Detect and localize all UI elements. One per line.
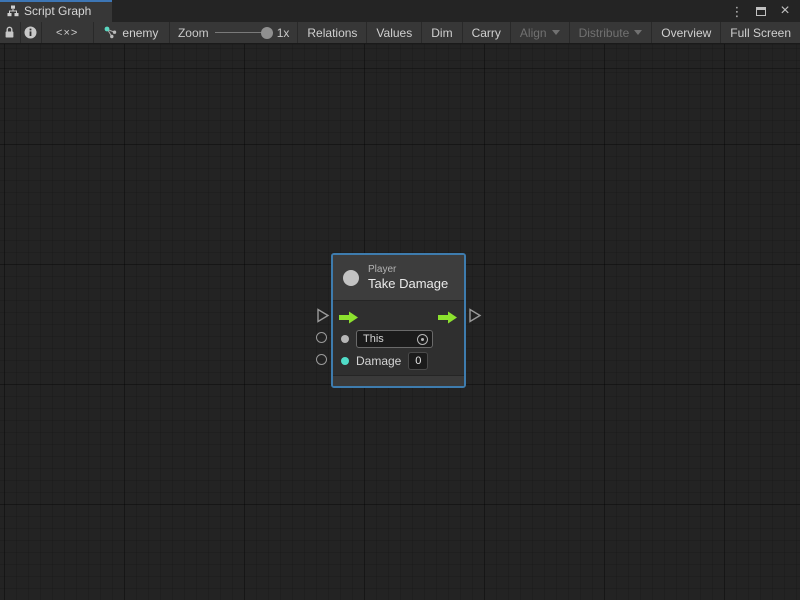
- zoom-slider[interactable]: [215, 26, 271, 40]
- damage-value-field[interactable]: 0: [408, 352, 428, 370]
- node-take-damage[interactable]: Player Take Damage This: [331, 253, 466, 388]
- distribute-dropdown[interactable]: Distribute: [570, 22, 653, 43]
- close-icon[interactable]: ×: [778, 4, 792, 18]
- relations-button[interactable]: Relations: [298, 22, 367, 43]
- overview-button[interactable]: Overview: [652, 22, 721, 43]
- node-subtitle: Player: [368, 264, 448, 276]
- lock-button[interactable]: [0, 22, 21, 43]
- flow-input-port[interactable]: [339, 311, 359, 324]
- align-dropdown[interactable]: Align: [511, 22, 570, 43]
- zoom-label: Zoom: [178, 26, 209, 40]
- dropdown-arrow-icon: [634, 30, 642, 35]
- object-picker-icon[interactable]: [417, 334, 428, 345]
- info-icon: [24, 26, 37, 39]
- damage-port-label: Damage: [356, 354, 401, 368]
- flow-output-port[interactable]: [438, 311, 458, 324]
- graph-canvas[interactable]: Player Take Damage This: [0, 44, 800, 600]
- lock-icon: [4, 26, 15, 39]
- graph-toolbar: <×> enemy Zoom 1x Relations Values Dim C…: [0, 22, 800, 44]
- node-header[interactable]: Player Take Damage: [333, 255, 464, 301]
- flow-ports-row: [333, 306, 464, 328]
- graph-name-label: enemy: [122, 26, 158, 40]
- node-title: Take Damage: [368, 276, 448, 291]
- zoom-value: 1x: [277, 26, 290, 40]
- carry-button[interactable]: Carry: [463, 22, 511, 43]
- dropdown-arrow-icon: [552, 30, 560, 35]
- graph-hierarchy-icon: [7, 5, 19, 17]
- damage-port-row: Damage 0: [333, 350, 464, 372]
- maximize-icon[interactable]: [754, 4, 768, 18]
- tab-title: Script Graph: [24, 4, 91, 18]
- menu-icon[interactable]: ⋮: [730, 4, 744, 18]
- full-screen-button[interactable]: Full Screen: [721, 22, 800, 43]
- node-footer: [333, 375, 464, 386]
- this-object-field[interactable]: This: [356, 330, 433, 348]
- node-body: This Damage 0: [333, 301, 464, 375]
- flow-output-connector[interactable]: [468, 308, 482, 323]
- info-button[interactable]: [21, 22, 42, 43]
- script-graph-window: Script Graph ⋮ × <×>: [0, 0, 800, 600]
- flow-input-connector[interactable]: [316, 308, 330, 323]
- title-bar: Script Graph ⋮ ×: [0, 0, 800, 22]
- zoom-slider-handle[interactable]: [261, 27, 273, 39]
- player-unit-icon: [343, 270, 359, 286]
- this-port-row: This: [333, 328, 464, 350]
- damage-field-value: 0: [415, 355, 421, 367]
- window-controls: ⋮ ×: [730, 0, 800, 22]
- script-graph-asset-icon: [104, 26, 117, 39]
- active-tab-accent: [0, 0, 112, 2]
- damage-input-connector[interactable]: [316, 354, 327, 365]
- code-view-button[interactable]: <×>: [42, 22, 94, 43]
- damage-port-dot[interactable]: [341, 357, 349, 365]
- zoom-control: Zoom 1x: [170, 22, 298, 43]
- graph-reference[interactable]: enemy: [94, 22, 170, 43]
- tab-script-graph[interactable]: Script Graph: [0, 0, 112, 22]
- dim-button[interactable]: Dim: [422, 22, 462, 43]
- values-button[interactable]: Values: [367, 22, 422, 43]
- this-field-value: This: [363, 333, 384, 345]
- this-input-connector[interactable]: [316, 332, 327, 343]
- this-port-dot[interactable]: [341, 335, 349, 343]
